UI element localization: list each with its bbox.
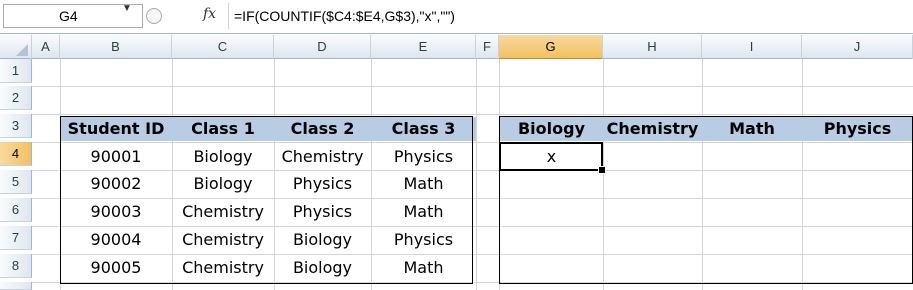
- table1-cell[interactable]: Math: [371, 256, 476, 280]
- table1-cell[interactable]: Physics: [371, 145, 476, 169]
- column-header-g[interactable]: G: [499, 35, 603, 59]
- active-cell-g4[interactable]: [499, 142, 603, 171]
- table2-header-physics[interactable]: Physics: [802, 117, 913, 141]
- column-header-a[interactable]: A: [32, 35, 60, 59]
- cell-grid[interactable]: Student ID Class 1 Class 2 Class 3 90001…: [32, 59, 913, 290]
- table1-cell[interactable]: 90001: [60, 145, 172, 169]
- gridline: [32, 114, 913, 115]
- cancel-circle-icon[interactable]: [146, 8, 162, 24]
- fill-handle[interactable]: [598, 166, 606, 174]
- table1-header-class-3[interactable]: Class 3: [371, 117, 476, 141]
- table1-cell[interactable]: 90002: [60, 172, 172, 196]
- table1-cell[interactable]: Math: [371, 200, 476, 224]
- column-header-f[interactable]: F: [476, 35, 499, 59]
- gridline: [32, 226, 913, 227]
- gridline: [32, 282, 913, 283]
- table1-cell[interactable]: 90003: [60, 200, 172, 224]
- table1-cell[interactable]: Chemistry: [172, 256, 274, 280]
- gridline: [32, 170, 913, 171]
- table1-cell[interactable]: 90004: [60, 228, 172, 252]
- formula-bar: G4 ▼ fx =IF(COUNTIF($C4:$E4,G$3),"x",""): [0, 0, 913, 34]
- table1-cell[interactable]: Chemistry: [172, 200, 274, 224]
- column-header-c[interactable]: C: [172, 35, 274, 59]
- column-header-row: A B C D E F G H I J: [0, 35, 913, 59]
- table1-cell[interactable]: Biology: [274, 228, 371, 252]
- table1-cell[interactable]: Math: [371, 172, 476, 196]
- table1-cell[interactable]: Physics: [274, 172, 371, 196]
- table1-cell[interactable]: Physics: [274, 200, 371, 224]
- row-header-1[interactable]: 1: [0, 59, 32, 83]
- table1-cell[interactable]: 90005: [60, 256, 172, 280]
- row-header-2[interactable]: 2: [0, 86, 32, 110]
- table1-header-class-2[interactable]: Class 2: [274, 117, 371, 141]
- gridline: [32, 142, 913, 143]
- row-header-4[interactable]: 4: [0, 142, 32, 166]
- gridline: [32, 254, 913, 255]
- column-header-e[interactable]: E: [371, 35, 476, 59]
- select-all-button[interactable]: [0, 35, 32, 59]
- chevron-down-icon[interactable]: ▼: [122, 3, 132, 14]
- row-header-8[interactable]: 8: [0, 254, 32, 278]
- gridline: [603, 59, 604, 290]
- row-header-9[interactable]: [0, 282, 32, 290]
- gridline: [802, 59, 803, 290]
- table2-header-math[interactable]: Math: [702, 117, 802, 141]
- column-header-d[interactable]: D: [274, 35, 371, 59]
- gridline: [32, 86, 913, 87]
- table1-cell[interactable]: Physics: [371, 228, 476, 252]
- gridline: [702, 59, 703, 290]
- row-header-3[interactable]: 3: [0, 114, 32, 138]
- table1-cell[interactable]: Biology: [172, 172, 274, 196]
- gridline: [476, 59, 477, 290]
- row-header-5[interactable]: 5: [0, 170, 32, 194]
- column-header-i[interactable]: I: [702, 35, 802, 59]
- gridline: [499, 59, 500, 290]
- column-header-j[interactable]: J: [802, 35, 913, 59]
- table1-cell[interactable]: Chemistry: [274, 145, 371, 169]
- column-header-h[interactable]: H: [603, 35, 702, 59]
- column-header-b[interactable]: B: [60, 35, 172, 59]
- formula-input[interactable]: =IF(COUNTIF($C4:$E4,G$3),"x",""): [228, 3, 912, 29]
- table1-cell[interactable]: Biology: [274, 256, 371, 280]
- table1-cell[interactable]: Chemistry: [172, 228, 274, 252]
- table2-header-biology[interactable]: Biology: [500, 117, 603, 141]
- table1-cell[interactable]: Biology: [172, 145, 274, 169]
- table2-header-chemistry[interactable]: Chemistry: [603, 117, 702, 141]
- row-header-6[interactable]: 6: [0, 198, 32, 222]
- row-header-7[interactable]: 7: [0, 226, 32, 250]
- table1-header-student-id[interactable]: Student ID: [60, 117, 172, 141]
- table1-header-class-1[interactable]: Class 1: [172, 117, 274, 141]
- function-icon[interactable]: fx: [203, 6, 216, 22]
- gridline: [32, 198, 913, 199]
